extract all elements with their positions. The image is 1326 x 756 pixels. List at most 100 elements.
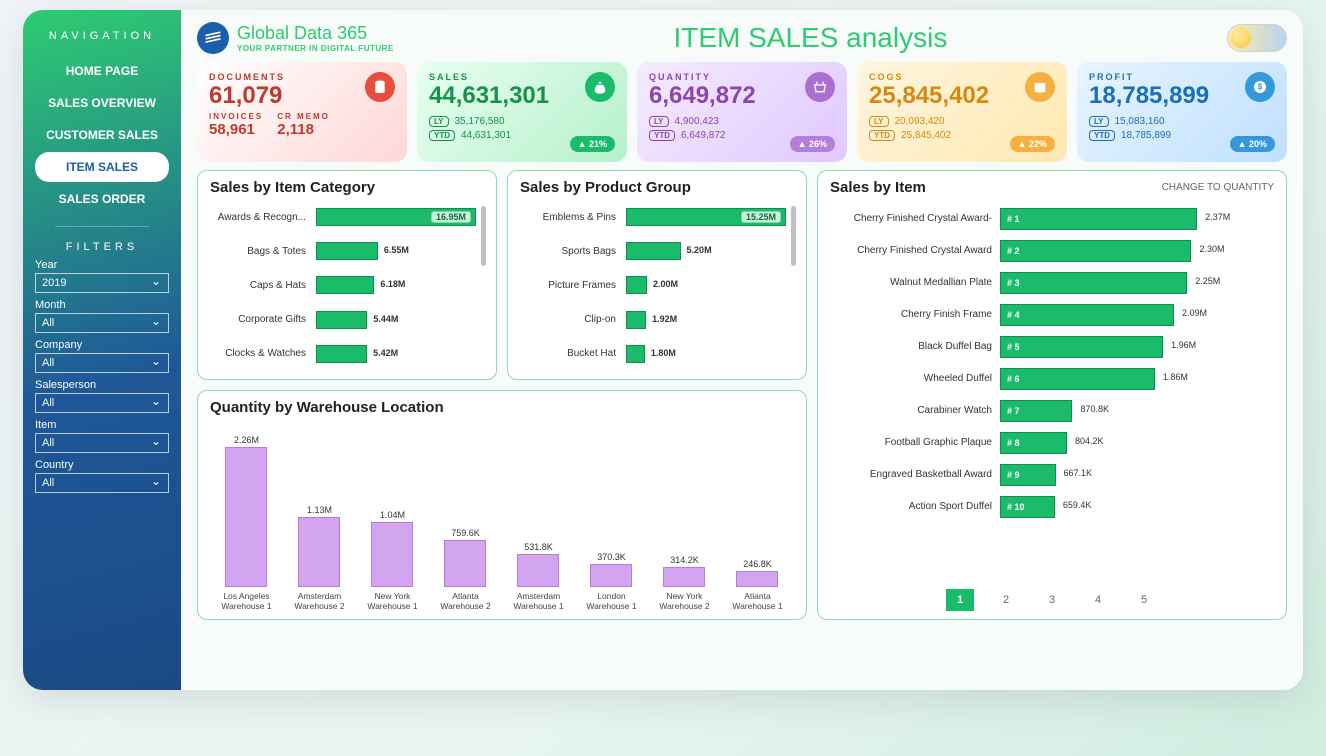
- item-bar[interactable]: # 6: [1000, 368, 1155, 390]
- scrollbar[interactable]: [791, 206, 796, 266]
- bar-label: Los AngelesWarehouse 1: [221, 591, 271, 611]
- nav-item-sales-overview[interactable]: SALES OVERVIEW: [35, 88, 169, 118]
- bar[interactable]: [371, 522, 413, 586]
- bar[interactable]: [626, 345, 645, 363]
- pager: 12345: [830, 589, 1274, 611]
- ly-value: 4,900,423: [675, 116, 720, 127]
- item-label: Carabiner Watch: [830, 405, 1000, 416]
- bar-row: Bucket Hat1.80M: [520, 343, 786, 365]
- bar[interactable]: [316, 311, 367, 329]
- item-value: 870.8K: [1080, 404, 1109, 414]
- bar[interactable]: 15.25M: [626, 208, 786, 226]
- scrollbar[interactable]: [481, 206, 486, 266]
- pct-badge: ▲ 20%: [1230, 136, 1275, 152]
- item-track: # 4 2.09M: [1000, 304, 1274, 326]
- item-bar[interactable]: # 4: [1000, 304, 1174, 326]
- ly-value: 20,093,420: [895, 116, 945, 127]
- bar[interactable]: 16.95M: [316, 208, 476, 226]
- bar[interactable]: [316, 242, 378, 260]
- bar-label: New YorkWarehouse 2: [659, 591, 709, 611]
- item-row: Action Sport Duffel# 10659.4K: [830, 494, 1274, 519]
- bar[interactable]: [626, 311, 646, 329]
- bar[interactable]: [225, 447, 267, 587]
- bar-value: 5.20M: [687, 245, 712, 255]
- theme-toggle[interactable]: [1227, 24, 1287, 52]
- kpi-profit: $ PROFIT 18,785,899 LY15,083,160 YTD18,7…: [1077, 62, 1287, 162]
- bar-track: 1.80M: [626, 345, 786, 363]
- nav-item-home-page[interactable]: HOME PAGE: [35, 56, 169, 86]
- item-bar[interactable]: # 5: [1000, 336, 1163, 358]
- invoices-value: 58,961: [209, 121, 263, 138]
- bar[interactable]: [316, 345, 367, 363]
- item-bar[interactable]: # 8: [1000, 432, 1067, 454]
- filter-select-salesperson[interactable]: All: [35, 393, 169, 413]
- chart-sales-by-category: Awards & Recogn...16.95MBags & Totes6.55…: [210, 200, 484, 371]
- nav-item-sales-order[interactable]: SALES ORDER: [35, 184, 169, 214]
- item-label: Football Graphic Plaque: [830, 437, 1000, 448]
- bar[interactable]: [736, 571, 778, 586]
- bar[interactable]: [298, 517, 340, 587]
- bar-label: AmsterdamWarehouse 2: [294, 591, 344, 611]
- item-row: Walnut Medallian Plate# 32.25M: [830, 270, 1274, 295]
- bar-value: 531.8K: [524, 542, 553, 552]
- bar[interactable]: [444, 540, 486, 587]
- item-bar[interactable]: # 10: [1000, 496, 1055, 518]
- item-rank: # 5: [1007, 342, 1020, 352]
- page-3[interactable]: 3: [1038, 589, 1066, 611]
- bar-label: Sports Bags: [520, 246, 620, 257]
- bar-row: Clip-on1.92M: [520, 309, 786, 331]
- bar-row: Corporate Gifts5.44M: [210, 309, 476, 331]
- clipboard-icon: [365, 72, 395, 102]
- bar-row: Clocks & Watches5.42M: [210, 343, 476, 365]
- ytd-value: 25,845,402: [901, 130, 951, 141]
- filter-group-salesperson: SalespersonAll: [35, 379, 169, 413]
- panel-sales-by-group: Sales by Product Group Emblems & Pins15.…: [507, 170, 807, 380]
- filter-select-country[interactable]: All: [35, 473, 169, 493]
- ytd-value: 18,785,899: [1121, 130, 1171, 141]
- page-2[interactable]: 2: [992, 589, 1020, 611]
- filter-select-month[interactable]: All: [35, 313, 169, 333]
- filter-label: Month: [35, 299, 169, 311]
- bar[interactable]: [316, 276, 374, 294]
- item-bar[interactable]: # 1: [1000, 208, 1197, 230]
- page-4[interactable]: 4: [1084, 589, 1112, 611]
- item-bar[interactable]: # 7: [1000, 400, 1072, 422]
- change-to-quantity-link[interactable]: CHANGE TO QUANTITY: [1162, 182, 1274, 193]
- bar-label: Emblems & Pins: [520, 212, 620, 223]
- page-1[interactable]: 1: [946, 589, 974, 611]
- nav-item-customer-sales[interactable]: CUSTOMER SALES: [35, 120, 169, 150]
- filter-select-item[interactable]: All: [35, 433, 169, 453]
- ly-tag: LY: [429, 116, 449, 127]
- filter-group-month: Month All: [35, 299, 169, 333]
- panel-sales-by-item: Sales by Item CHANGE TO QUANTITY Cherry …: [817, 170, 1287, 620]
- filters-heading: FILTERS: [35, 241, 169, 253]
- nav-item-item-sales[interactable]: ITEM SALES: [35, 152, 169, 182]
- page-5[interactable]: 5: [1130, 589, 1158, 611]
- bar[interactable]: [626, 242, 681, 260]
- chart-sales-by-group: Emblems & Pins 15.25M Sports Bags 5.20M Pict…: [520, 200, 794, 371]
- bar[interactable]: [663, 567, 705, 586]
- filter-label: Year: [35, 259, 169, 271]
- item-bar[interactable]: # 2: [1000, 240, 1191, 262]
- filter-group-item: ItemAll: [35, 419, 169, 453]
- ly-tag: LY: [1089, 116, 1109, 127]
- bar-row: Caps & Hats6.18M: [210, 274, 476, 296]
- item-label: Cherry Finished Crystal Award-: [830, 213, 1000, 224]
- item-bar[interactable]: # 3: [1000, 272, 1187, 294]
- bar[interactable]: [517, 554, 559, 587]
- bar[interactable]: [590, 564, 632, 587]
- item-label: Cherry Finish Frame: [830, 309, 1000, 320]
- bar-label: Picture Frames: [520, 280, 620, 291]
- item-label: Wheeled Duffel: [830, 373, 1000, 384]
- item-value: 2.09M: [1182, 308, 1207, 318]
- bar-value: 6.55M: [384, 245, 409, 255]
- filter-select-company[interactable]: All: [35, 353, 169, 373]
- ly-tag: LY: [869, 116, 889, 127]
- item-bar[interactable]: # 9: [1000, 464, 1056, 486]
- filter-select-year[interactable]: 2019: [35, 273, 169, 293]
- bar-value: 6.18M: [380, 279, 405, 289]
- bar-track: 5.44M: [316, 311, 476, 329]
- bar-track: 6.55M: [316, 242, 476, 260]
- item-value: 1.86M: [1163, 372, 1188, 382]
- bar[interactable]: [626, 276, 647, 294]
